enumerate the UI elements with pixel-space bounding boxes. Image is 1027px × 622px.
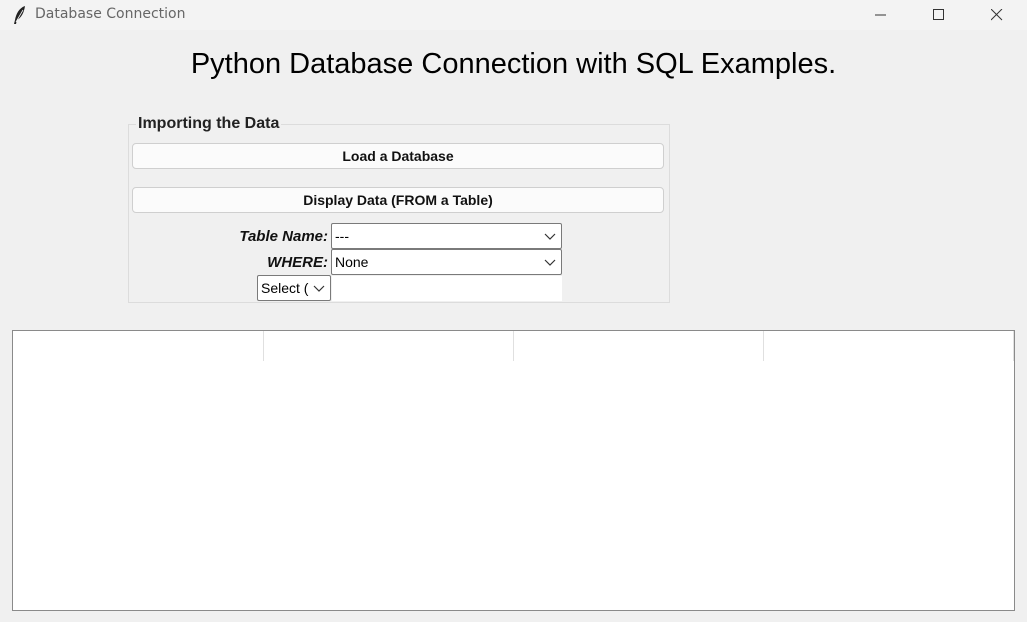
maximize-icon [933,9,944,20]
table-header [13,331,1014,361]
where-value: None [335,254,369,270]
table-name-value: --- [335,228,349,244]
chevron-down-icon [544,259,556,266]
chevron-down-icon [544,233,556,240]
where-label: WHERE: [267,254,328,271]
title-bar: Database Connection [0,0,1027,30]
window-title: Database Connection [35,6,186,22]
group-label: Importing the Data [136,115,282,133]
table-name-label: Table Name: [239,228,328,245]
column-separator[interactable] [513,331,514,361]
column-select-combobox[interactable]: Select ( [257,275,331,301]
column-select-value: Select ( [261,280,309,296]
column-separator[interactable] [263,331,264,361]
where-value-input[interactable] [332,276,562,301]
column-separator[interactable] [763,331,764,361]
column-separator[interactable] [1013,331,1014,361]
where-combobox[interactable]: None [331,249,562,275]
display-data-button[interactable]: Display Data (FROM a Table) [132,187,664,213]
chevron-down-icon [313,285,325,292]
results-table[interactable] [12,330,1015,611]
close-icon [991,9,1003,21]
close-button[interactable] [974,0,1020,30]
page-title: Python Database Connection with SQL Exam… [190,48,837,80]
table-name-combobox[interactable]: --- [331,223,562,249]
minimize-icon [875,14,886,16]
load-database-button[interactable]: Load a Database [132,143,664,169]
minimize-button[interactable] [858,0,904,30]
maximize-button[interactable] [916,0,962,30]
feather-icon [14,6,25,24]
